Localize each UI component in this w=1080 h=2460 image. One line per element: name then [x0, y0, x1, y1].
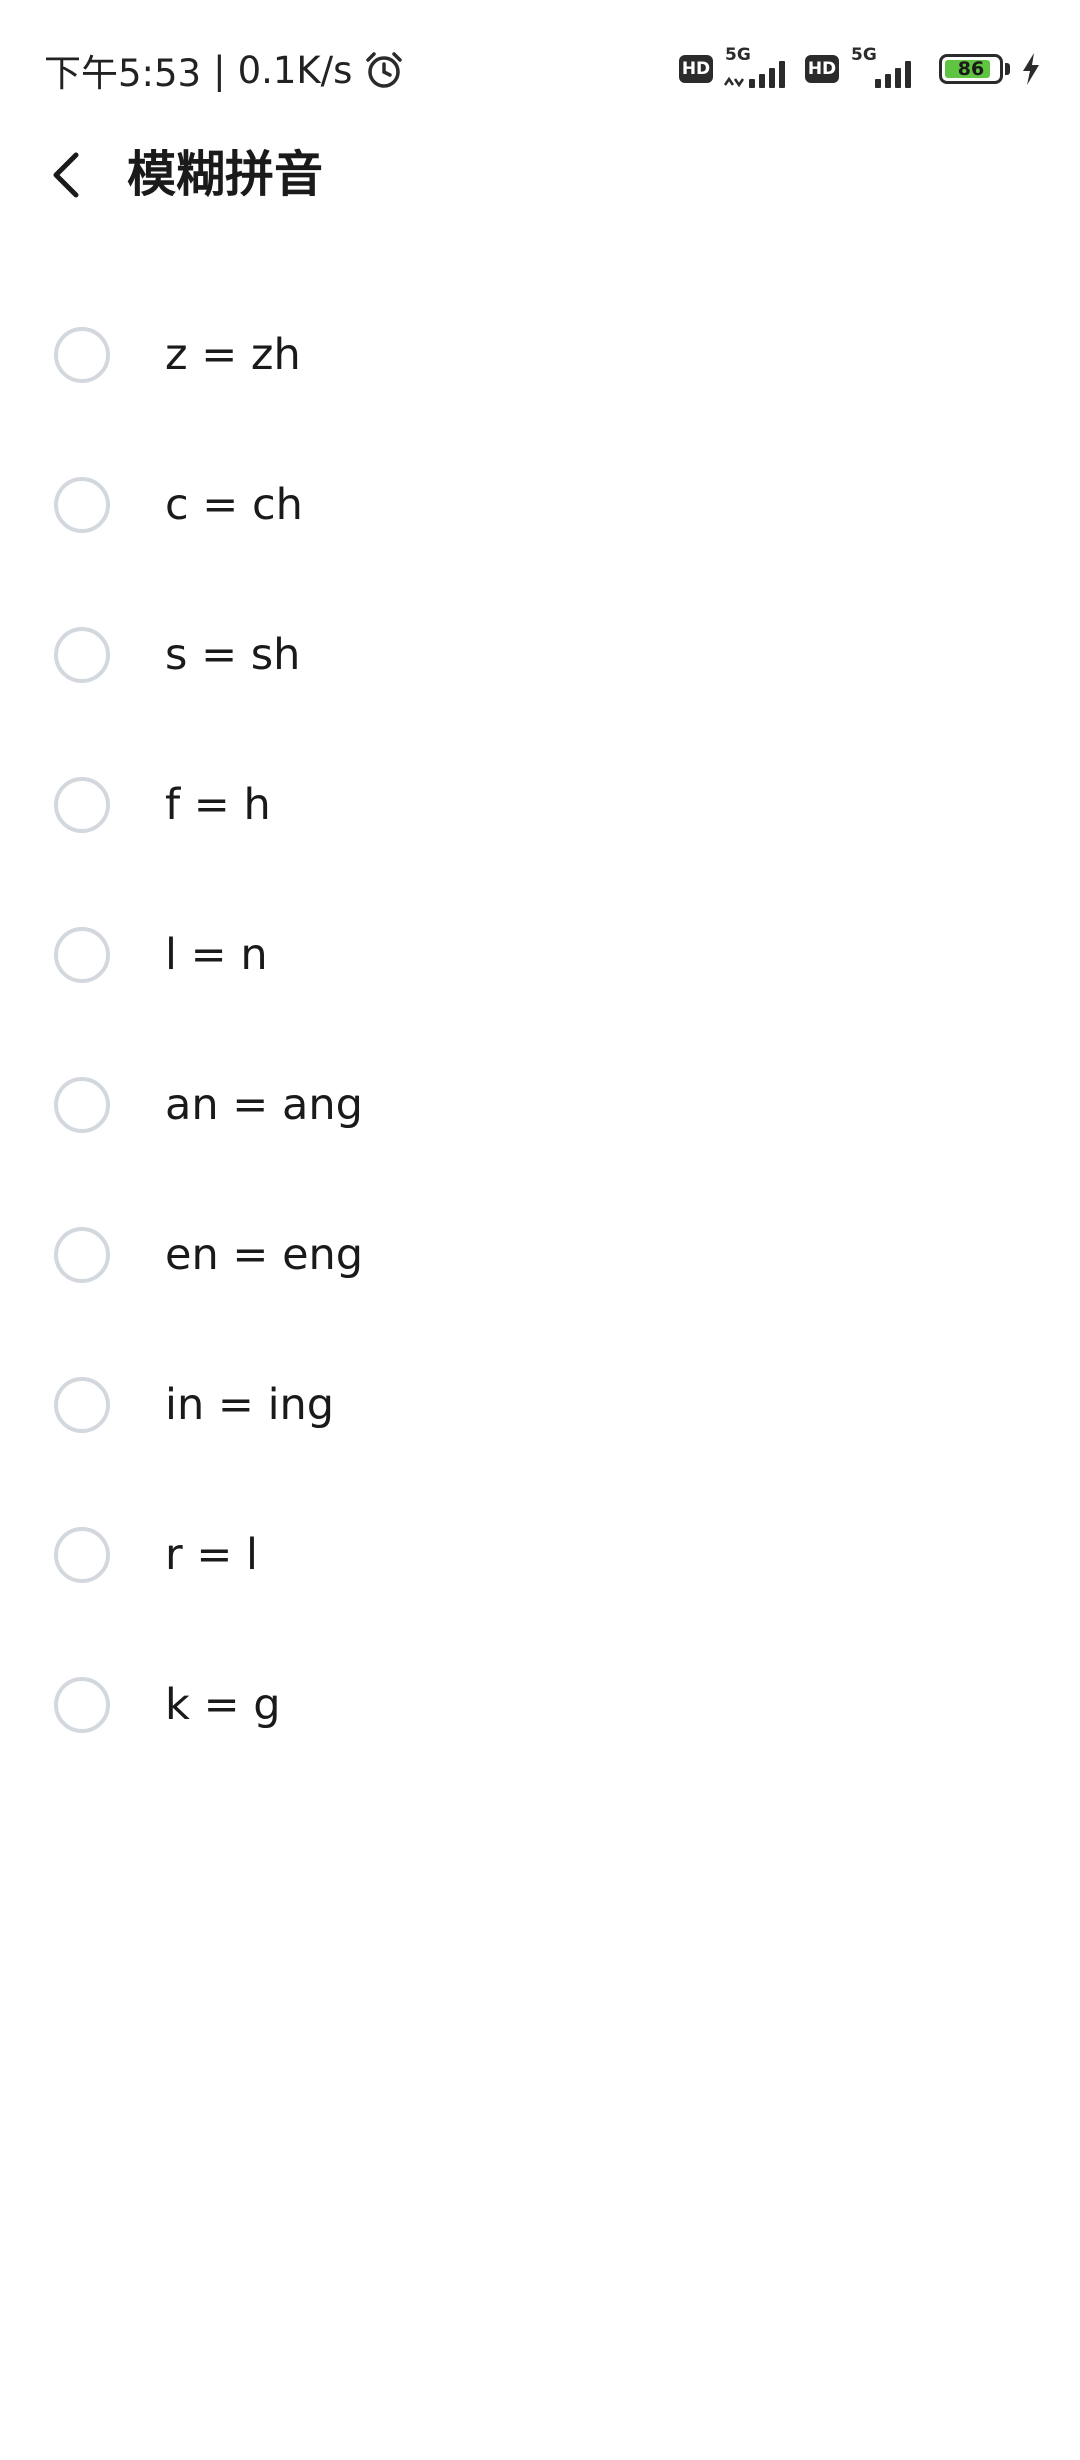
status-left: 下午5:53 | 0.1K/s: [44, 42, 406, 98]
radio-button[interactable]: [54, 1377, 110, 1433]
status-bar: 下午5:53 | 0.1K/s HD 5G HD 5G 86: [0, 0, 1080, 135]
option-label: l = n: [165, 930, 268, 980]
option-label: in = ing: [165, 1380, 335, 1430]
option-row-c-ch[interactable]: c = ch: [0, 430, 1080, 580]
option-label: s = sh: [165, 630, 301, 680]
page-title: 模糊拼音: [127, 146, 324, 203]
radio-button[interactable]: [54, 1527, 110, 1583]
hd-badge-2: HD: [805, 55, 839, 83]
signal-bars-icon: [723, 61, 785, 88]
option-row-f-h[interactable]: f = h: [0, 730, 1080, 880]
radio-button[interactable]: [54, 477, 110, 533]
option-label: z = zh: [165, 330, 301, 380]
option-row-s-sh[interactable]: s = sh: [0, 580, 1080, 730]
radio-button[interactable]: [54, 777, 110, 833]
battery-level: 86: [957, 58, 985, 80]
radio-button[interactable]: [54, 1677, 110, 1733]
hd-badge-1: HD: [679, 55, 713, 83]
option-label: an = ang: [165, 1080, 363, 1130]
radio-button[interactable]: [54, 327, 110, 383]
back-button[interactable]: [30, 135, 102, 215]
radio-button[interactable]: [54, 627, 110, 683]
option-row-r-l[interactable]: r = l: [0, 1480, 1080, 1630]
status-separator: |: [213, 48, 226, 92]
option-row-an-ang[interactable]: an = ang: [0, 1030, 1080, 1180]
radio-button[interactable]: [54, 927, 110, 983]
option-row-k-g[interactable]: k = g: [0, 1630, 1080, 1780]
option-row-in-ing[interactable]: in = ing: [0, 1330, 1080, 1480]
option-label: en = eng: [165, 1230, 364, 1280]
signal-icon-2: 5G: [849, 45, 921, 93]
option-row-z-zh[interactable]: z = zh: [0, 280, 1080, 430]
status-time: 下午5:53: [44, 52, 202, 95]
radio-button[interactable]: [54, 1077, 110, 1133]
option-label: f = h: [165, 780, 271, 830]
battery-tip: [1005, 63, 1010, 75]
signal-bars-icon: [875, 61, 911, 88]
signal-icon-1: 5G: [723, 45, 795, 93]
option-label: c = ch: [165, 480, 303, 530]
option-row-en-eng[interactable]: en = eng: [0, 1180, 1080, 1330]
option-label: k = g: [165, 1680, 281, 1730]
network-speed: 0.1K/s: [237, 48, 353, 92]
radio-button[interactable]: [54, 1227, 110, 1283]
chevron-left-icon: [53, 152, 79, 198]
lightning-icon: [1023, 53, 1039, 85]
header: 模糊拼音: [0, 135, 1080, 215]
battery-icon: 86: [939, 54, 1003, 84]
option-label: r = l: [165, 1530, 258, 1580]
status-right: HD 5G HD 5G 86: [679, 45, 1042, 93]
option-row-l-n[interactable]: l = n: [0, 880, 1080, 1030]
fuzzy-pinyin-option-list: z = zh c = ch s = sh f = h l = n an = an…: [0, 280, 1080, 1780]
alarm-clock-icon: [362, 48, 406, 92]
